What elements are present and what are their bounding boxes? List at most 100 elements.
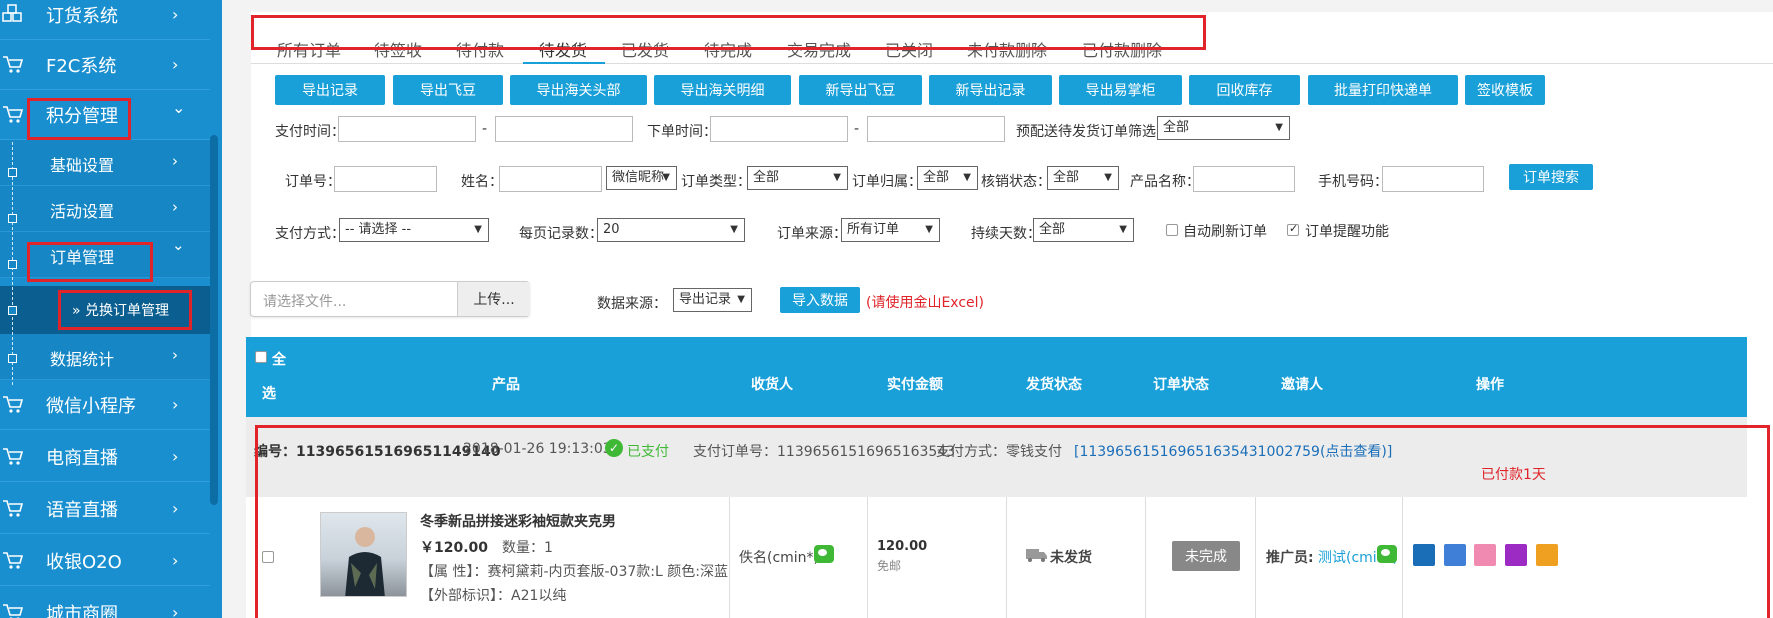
chevron-right-icon: › xyxy=(172,603,179,618)
chevron-right-icon: › xyxy=(172,152,178,170)
highlight-box xyxy=(58,290,192,330)
chevron-down-icon: ⌄ xyxy=(172,236,185,254)
sidebar-subitem-label: 数据统计 xyxy=(50,350,115,369)
sidebar-item-ecommerce-live[interactable]: 电商直播 › xyxy=(0,432,210,482)
sidebar-subitem-label: 基础设置 xyxy=(50,156,115,175)
product-name-input[interactable] xyxy=(1193,166,1295,192)
verify-status-select[interactable]: 全部 ▼ xyxy=(1047,166,1119,190)
tree-node xyxy=(8,306,17,315)
file-picker[interactable]: 请选择文件... 上传... xyxy=(250,281,530,317)
order-owner-label: 订单归属： xyxy=(852,174,922,190)
col-product: 产品 xyxy=(492,377,520,393)
sidebar-scrollbar[interactable] xyxy=(210,135,218,505)
auto-refresh-checkbox[interactable] xyxy=(1166,224,1178,236)
recycle-stock-button[interactable]: 回收库存 xyxy=(1189,75,1300,105)
sidebar-item-f2c[interactable]: F2C系统 › xyxy=(0,40,210,90)
cart-icon xyxy=(3,552,24,569)
dropdown-arrow-icon: ▼ xyxy=(963,172,971,183)
cubes-icon xyxy=(2,4,22,22)
col-actions: 操作 xyxy=(1476,377,1504,393)
sidebar-item-label: F2C系统 xyxy=(46,55,117,77)
pre-delivery-filter-select[interactable]: 全部 ▼ xyxy=(1157,116,1290,140)
name-input[interactable] xyxy=(499,166,602,192)
select-all-label: 选 xyxy=(262,386,276,402)
nickname-select[interactable]: 微信昵称 ▼ xyxy=(606,166,677,190)
pay-time-end-input[interactable] xyxy=(495,116,633,142)
export-yizhanggui-button[interactable]: 导出易掌柜 xyxy=(1059,75,1182,105)
new-export-records-button[interactable]: 新导出记录 xyxy=(929,75,1052,105)
highlight-box xyxy=(251,15,1206,50)
sidebar: 订货系统 › F2C系统 › 积分管理 ⌄ 基础设置 › 活动设置 › 订单管理… xyxy=(0,0,222,618)
pay-method-label: 支付方式： xyxy=(275,226,345,242)
sidebar-item-label: 收银O2O xyxy=(46,551,122,573)
order-time-end-input[interactable] xyxy=(867,116,1005,142)
col-receiver: 收货人 xyxy=(751,377,793,393)
pay-time-label: 支付时间： xyxy=(275,124,345,140)
chevron-right-icon: › xyxy=(172,346,178,364)
duration-label: 持续天数： xyxy=(971,226,1041,242)
order-time-start-input[interactable] xyxy=(710,116,848,142)
col-inviter: 邀请人 xyxy=(1281,377,1323,393)
order-owner-select[interactable]: 全部 ▼ xyxy=(917,166,978,190)
batch-print-express-button[interactable]: 批量打印快递单 xyxy=(1308,75,1458,105)
export-feidou-button[interactable]: 导出飞豆 xyxy=(393,75,503,105)
chevron-right-icon: › xyxy=(172,447,179,466)
export-customs-detail-button[interactable]: 导出海关明细 xyxy=(654,75,791,105)
chevron-right-icon: › xyxy=(172,395,179,414)
order-type-select[interactable]: 全部 ▼ xyxy=(747,166,848,190)
import-data-button[interactable]: 导入数据 xyxy=(780,287,860,313)
per-page-select[interactable]: 20 ▼ xyxy=(597,218,745,242)
tab-active-indicator xyxy=(523,62,605,64)
sidebar-item-cashier[interactable]: 收银O2O › xyxy=(0,536,210,586)
order-source-select[interactable]: 所有订单 ▼ xyxy=(841,218,940,242)
dropdown-arrow-icon: ▼ xyxy=(1119,224,1127,235)
col-ship-status: 发货状态 xyxy=(1026,377,1082,393)
col-amount: 实付金额 xyxy=(887,377,943,393)
data-source-label: 数据来源： xyxy=(597,296,667,312)
order-search-button[interactable]: 订单搜索 xyxy=(1509,164,1593,190)
cart-icon xyxy=(3,448,24,465)
chevron-down-icon: ⌄ xyxy=(172,98,186,117)
sidebar-item-miniprogram[interactable]: 微信小程序 › xyxy=(0,380,210,430)
chevron-right-icon: › xyxy=(172,5,179,24)
dropdown-arrow-icon: ▼ xyxy=(730,224,738,235)
sidebar-item-city[interactable]: 城市商圈 › xyxy=(0,588,210,618)
data-source-select[interactable]: 导出记录 ▼ xyxy=(673,288,752,312)
upload-button[interactable]: 上传... xyxy=(457,282,530,316)
export-customs-header-button[interactable]: 导出海关头部 xyxy=(510,75,647,105)
new-export-feidou-button[interactable]: 新导出飞豆 xyxy=(799,75,922,105)
sidebar-subitem-basic[interactable]: 基础设置 › xyxy=(0,140,210,186)
cart-icon xyxy=(3,396,24,413)
sidebar-subitem-activity[interactable]: 活动设置 › xyxy=(0,186,210,232)
sign-template-button[interactable]: 签收模板 xyxy=(1465,75,1545,105)
col-order-status: 订单状态 xyxy=(1153,377,1209,393)
select-all-checkbox[interactable] xyxy=(255,351,267,363)
product-name-label: 产品名称： xyxy=(1130,174,1200,190)
sidebar-item-ordering[interactable]: 订货系统 › xyxy=(0,0,210,40)
pre-delivery-filter-label: 预配送待发货订单筛选： xyxy=(1016,124,1170,140)
dropdown-arrow-icon: ▼ xyxy=(474,224,482,235)
phone-label: 手机号码： xyxy=(1318,174,1388,190)
chevron-right-icon: › xyxy=(172,499,179,518)
chevron-right-icon: › xyxy=(172,55,179,74)
pay-method-select[interactable]: -- 请选择 -- ▼ xyxy=(339,218,489,242)
sidebar-subitem-stats[interactable]: 数据统计 › xyxy=(0,334,210,380)
cart-icon xyxy=(3,500,24,517)
sidebar-item-voice-live[interactable]: 语音直播 › xyxy=(0,484,210,534)
tree-node xyxy=(8,168,17,177)
highlight-box xyxy=(27,242,153,282)
dropdown-arrow-icon: ▼ xyxy=(833,172,841,183)
sidebar-item-label: 电商直播 xyxy=(46,447,118,469)
highlight-box xyxy=(27,98,131,140)
export-records-button[interactable]: 导出记录 xyxy=(275,75,385,105)
order-no-label: 订单号： xyxy=(285,174,341,190)
verify-status-label: 核销状态： xyxy=(981,174,1051,190)
phone-input[interactable] xyxy=(1382,166,1484,192)
duration-select[interactable]: 全部 ▼ xyxy=(1033,218,1134,242)
pay-time-start-input[interactable] xyxy=(338,116,476,142)
cart-icon xyxy=(3,56,24,73)
order-no-input[interactable] xyxy=(334,166,437,192)
tree-node xyxy=(8,260,17,269)
reminder-checkbox[interactable] xyxy=(1287,222,1299,236)
sidebar-item-label: 微信小程序 xyxy=(46,395,136,417)
